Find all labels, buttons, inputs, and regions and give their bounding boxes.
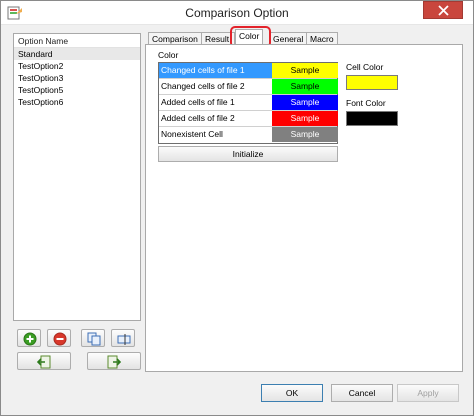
color-row-name: Changed cells of file 2: [161, 81, 245, 91]
font-color-swatch[interactable]: [346, 111, 398, 126]
color-table[interactable]: Changed cells of file 1 Sample Changed c…: [158, 62, 338, 144]
cancel-button[interactable]: Cancel: [331, 384, 393, 402]
rename-option-button[interactable]: [111, 329, 135, 347]
option-list[interactable]: Option Name Standard TestOption2 TestOpt…: [13, 33, 141, 321]
apply-button[interactable]: Apply: [397, 384, 459, 402]
font-color-label: Font Color: [346, 98, 386, 108]
rename-icon: [117, 334, 131, 345]
close-button[interactable]: [423, 1, 463, 19]
color-row-sample: Sample: [272, 127, 338, 142]
color-row-sample: Sample: [272, 63, 338, 78]
color-row-name: Added cells of file 2: [161, 113, 235, 123]
color-row[interactable]: Changed cells of file 2 Sample: [159, 79, 338, 95]
window-title: Comparison Option: [185, 6, 289, 20]
import-option-button[interactable]: [17, 352, 71, 370]
color-row[interactable]: Added cells of file 2 Sample: [159, 111, 338, 127]
color-group-label: Color: [158, 50, 179, 60]
color-row-sample: Sample: [272, 111, 338, 126]
close-icon: [438, 5, 449, 16]
color-row-sample: Sample: [272, 95, 338, 110]
color-row-name: Added cells of file 1: [161, 97, 235, 107]
color-row-sample: Sample: [272, 79, 338, 94]
list-item[interactable]: TestOption6: [14, 96, 140, 108]
copy-icon: [87, 332, 101, 346]
list-item[interactable]: TestOption3: [14, 72, 140, 84]
add-icon: [23, 332, 37, 346]
list-item[interactable]: TestOption5: [14, 84, 140, 96]
export-option-button[interactable]: [87, 352, 141, 370]
title-bar: Comparison Option: [1, 1, 473, 25]
color-row-name: Nonexistent Cell: [161, 129, 223, 139]
remove-icon: [53, 332, 67, 346]
color-row[interactable]: Nonexistent Cell Sample: [159, 127, 338, 143]
export-icon: [107, 355, 121, 369]
color-row-name: Changed cells of file 1: [159, 63, 272, 78]
copy-option-button[interactable]: [81, 329, 105, 347]
add-option-button[interactable]: [17, 329, 41, 347]
cell-color-swatch[interactable]: [346, 75, 398, 90]
list-item[interactable]: TestOption2: [14, 60, 140, 72]
dialog-window: Comparison Option Option Name Standard T…: [0, 0, 474, 416]
color-row[interactable]: Added cells of file 1 Sample: [159, 95, 338, 111]
ok-button[interactable]: OK: [261, 384, 323, 402]
list-item[interactable]: Standard: [14, 48, 140, 60]
color-row[interactable]: Changed cells of file 1 Sample: [159, 63, 338, 79]
option-list-header: Option Name: [14, 34, 140, 48]
cell-color-label: Cell Color: [346, 62, 384, 72]
initialize-button[interactable]: Initialize: [158, 146, 338, 162]
remove-option-button[interactable]: [47, 329, 71, 347]
import-icon: [37, 355, 51, 369]
